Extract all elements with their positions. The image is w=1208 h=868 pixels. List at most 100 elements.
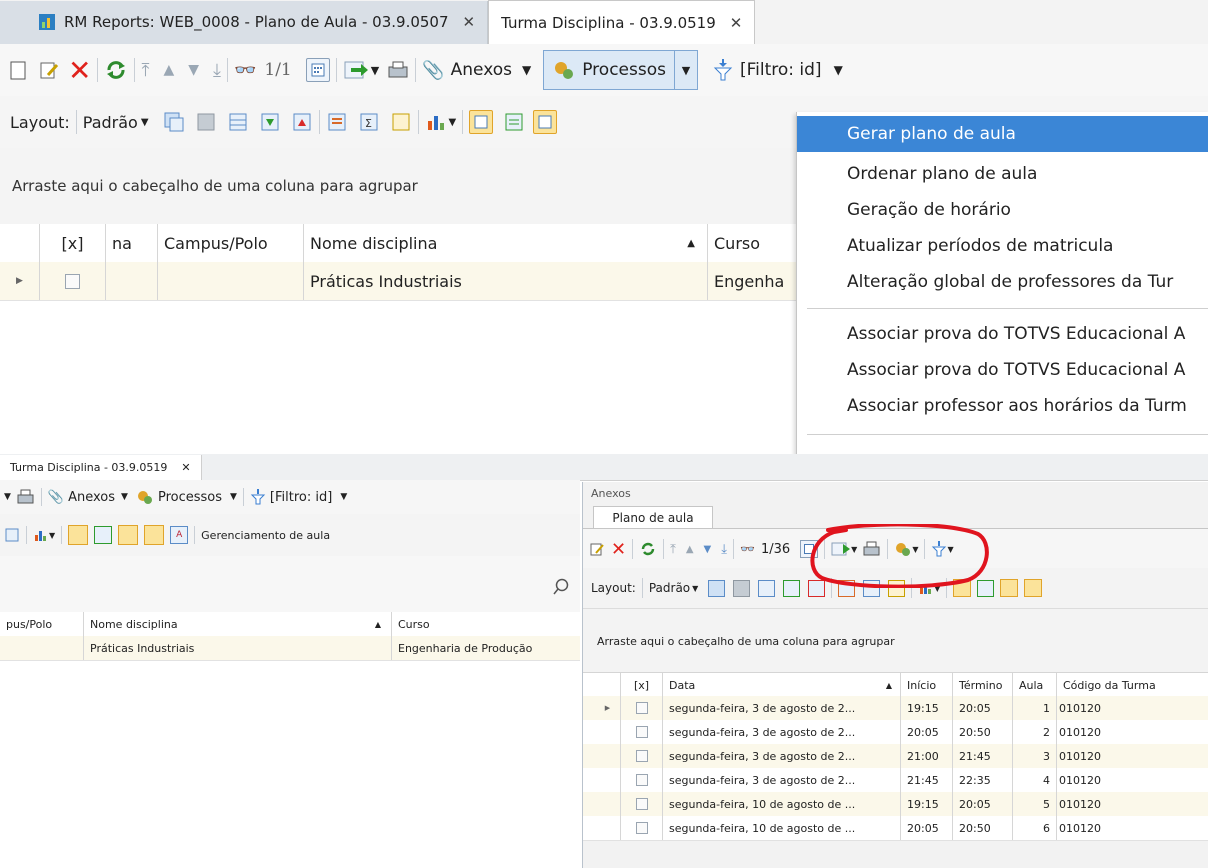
refresh-icon[interactable] xyxy=(104,58,128,82)
gerenciamento-aula-button[interactable]: Gerenciamento de aula xyxy=(201,529,330,542)
layout-import-icon[interactable] xyxy=(259,111,281,133)
edit-record-icon[interactable] xyxy=(589,541,605,557)
menu-item-associar-professor[interactable]: Associar professor aos horários da Turm xyxy=(797,388,1208,424)
filtro-button[interactable]: [Filtro: id] xyxy=(740,60,822,80)
table-row[interactable]: ▶ Práticas Industriais Engenha xyxy=(0,262,800,301)
last-record-icon[interactable]: ⤓ xyxy=(721,542,727,557)
table-row[interactable]: segunda-feira, 3 de agosto de 2... 20:05… xyxy=(583,720,1208,745)
processos-dropdown-icon[interactable]: ▼ xyxy=(912,545,918,554)
chart-icon[interactable] xyxy=(33,527,49,543)
filter-dropdown-icon[interactable]: ▼ xyxy=(947,545,953,554)
calendar-icon[interactable] xyxy=(305,58,330,82)
layout-form-icon[interactable] xyxy=(838,579,856,597)
layout-export-icon[interactable] xyxy=(291,111,313,133)
row-checkbox[interactable] xyxy=(635,798,648,810)
filtro-dropdown-icon[interactable]: ▼ xyxy=(340,492,347,502)
binoculars-icon[interactable]: 👓 xyxy=(234,60,256,81)
filter-icon[interactable] xyxy=(250,488,266,506)
layout-sum-icon[interactable] xyxy=(863,579,881,597)
anexos-button[interactable]: Anexos xyxy=(451,60,512,80)
first-record-icon[interactable]: ⤒ xyxy=(141,60,149,81)
tab-turma-disciplina[interactable]: Turma Disciplina - 03.9.0519 ✕ xyxy=(488,0,756,45)
column-header-termino[interactable]: Término xyxy=(953,673,1013,697)
layout-grid-icon[interactable] xyxy=(4,527,20,543)
close-icon[interactable]: ✕ xyxy=(730,14,743,32)
column-header-codigo-turma[interactable]: Código da Turma xyxy=(1057,673,1208,697)
view-detail-toggle-icon[interactable] xyxy=(1024,579,1043,597)
search-icon[interactable] xyxy=(552,578,570,600)
padrao-dropdown-icon[interactable]: ▼ xyxy=(692,584,698,593)
column-header-na[interactable]: na xyxy=(106,224,158,262)
column-header-aula[interactable]: Aula xyxy=(1013,673,1057,697)
row-checkbox[interactable] xyxy=(635,702,648,714)
processos-gear-icon[interactable] xyxy=(894,541,912,557)
layout-delete-icon[interactable] xyxy=(733,579,751,597)
table-row[interactable]: segunda-feira, 10 de agosto de ... 19:15… xyxy=(583,792,1208,817)
layout-form-icon[interactable] xyxy=(326,111,348,133)
column-header-campus[interactable]: Campus/Polo xyxy=(158,224,304,262)
layout-grid-icon[interactable] xyxy=(758,579,776,597)
table-row[interactable]: segunda-feira, 3 de agosto de 2... 21:45… xyxy=(583,768,1208,793)
text-view-icon[interactable]: A xyxy=(170,526,189,544)
column-header-curso[interactable]: Curso xyxy=(392,612,580,636)
chart-dropdown-icon[interactable]: ▼ xyxy=(449,117,457,128)
group-by-area[interactable]: Arraste aqui o cabeçalho de uma coluna p… xyxy=(0,148,800,225)
tab-turma-disciplina-bottom[interactable]: Turma Disciplina - 03.9.0519 ✕ xyxy=(0,454,202,480)
chart-icon[interactable] xyxy=(918,580,934,596)
row-checkbox[interactable] xyxy=(635,774,648,786)
table-row[interactable]: ▶ segunda-feira, 3 de agosto de 2... 19:… xyxy=(583,696,1208,721)
row-checkbox[interactable] xyxy=(65,273,80,289)
padrao-layout-select[interactable]: Padrão xyxy=(83,113,138,132)
menu-item-atualizar-periodos[interactable]: Atualizar períodos de matricula xyxy=(797,228,1208,264)
menu-item-ordenar-plano[interactable]: Ordenar plano de aula xyxy=(797,156,1208,192)
view-list-toggle-icon[interactable] xyxy=(94,526,113,544)
column-header-disciplina[interactable]: Nome disciplina ▲ xyxy=(84,612,392,636)
padrao-dropdown-icon[interactable]: ▼ xyxy=(141,117,149,128)
column-header-campus[interactable]: pus/Polo xyxy=(0,612,84,636)
export-icon[interactable] xyxy=(831,540,851,558)
padrao-layout-select[interactable]: Padrão xyxy=(649,581,690,595)
view-card-toggle-icon[interactable] xyxy=(118,525,139,545)
column-header-select[interactable]: [x] xyxy=(621,673,663,697)
delete-icon[interactable]: ✕ xyxy=(68,54,91,87)
processos-button[interactable]: Processos xyxy=(543,50,675,90)
processos-dropdown-icon[interactable]: ▼ xyxy=(674,50,698,90)
column-header-inicio[interactable]: Início xyxy=(901,673,953,697)
layout-save-icon[interactable] xyxy=(708,579,726,597)
layout-grid-icon[interactable] xyxy=(227,111,249,133)
view-grid-toggle-icon[interactable] xyxy=(68,525,89,545)
close-icon[interactable]: ✕ xyxy=(463,13,476,31)
column-header-select[interactable]: [x] xyxy=(40,224,106,262)
processos-dropdown-icon[interactable]: ▼ xyxy=(230,492,237,502)
last-record-icon[interactable]: ⤓ xyxy=(213,60,221,81)
layout-edit-icon[interactable] xyxy=(888,579,906,597)
chart-icon[interactable] xyxy=(425,111,447,133)
view-card-toggle-icon[interactable] xyxy=(1000,579,1019,597)
binoculars-icon[interactable]: 👓 xyxy=(740,542,755,556)
filter-icon[interactable] xyxy=(712,58,734,82)
refresh-icon[interactable] xyxy=(639,540,657,558)
column-header-disciplina[interactable]: Nome disciplina ▲ xyxy=(304,224,708,262)
anexos-dropdown-icon[interactable]: ▼ xyxy=(522,63,531,77)
table-row[interactable]: Práticas Industriais Engenharia de Produ… xyxy=(0,636,580,661)
export-icon[interactable] xyxy=(343,58,369,82)
layout-export-icon[interactable] xyxy=(808,579,826,597)
next-record-icon[interactable]: ▼ xyxy=(704,544,712,555)
layout-delete-icon[interactable] xyxy=(195,111,217,133)
export-dropdown-icon[interactable]: ▼ xyxy=(4,492,11,502)
chart-dropdown-icon[interactable]: ▼ xyxy=(49,531,55,540)
chart-dropdown-icon[interactable]: ▼ xyxy=(934,584,940,593)
layout-import-icon[interactable] xyxy=(783,579,801,597)
menu-item-geracao-horario[interactable]: Geração de horário xyxy=(797,192,1208,228)
view-list-toggle-icon[interactable] xyxy=(503,111,525,133)
view-list-toggle-icon[interactable] xyxy=(977,579,995,597)
menu-item-alteracao-professores[interactable]: Alteração global de professores da Tur xyxy=(797,264,1208,300)
view-card-toggle-icon[interactable] xyxy=(533,110,558,134)
menu-item-gerar-plano[interactable]: Gerar plano de aula xyxy=(797,116,1208,152)
view-grid-toggle-icon[interactable] xyxy=(953,579,972,597)
tab-rm-reports[interactable]: RM Reports: WEB_0008 - Plano de Aula - 0… xyxy=(26,0,489,44)
table-row[interactable]: segunda-feira, 10 de agosto de ... 20:05… xyxy=(583,816,1208,841)
first-record-icon[interactable]: ⤒ xyxy=(670,542,676,557)
filtro-button[interactable]: [Filtro: id] xyxy=(270,490,332,505)
menu-item-associar-prova-1[interactable]: Associar prova do TOTVS Educacional A xyxy=(797,316,1208,352)
